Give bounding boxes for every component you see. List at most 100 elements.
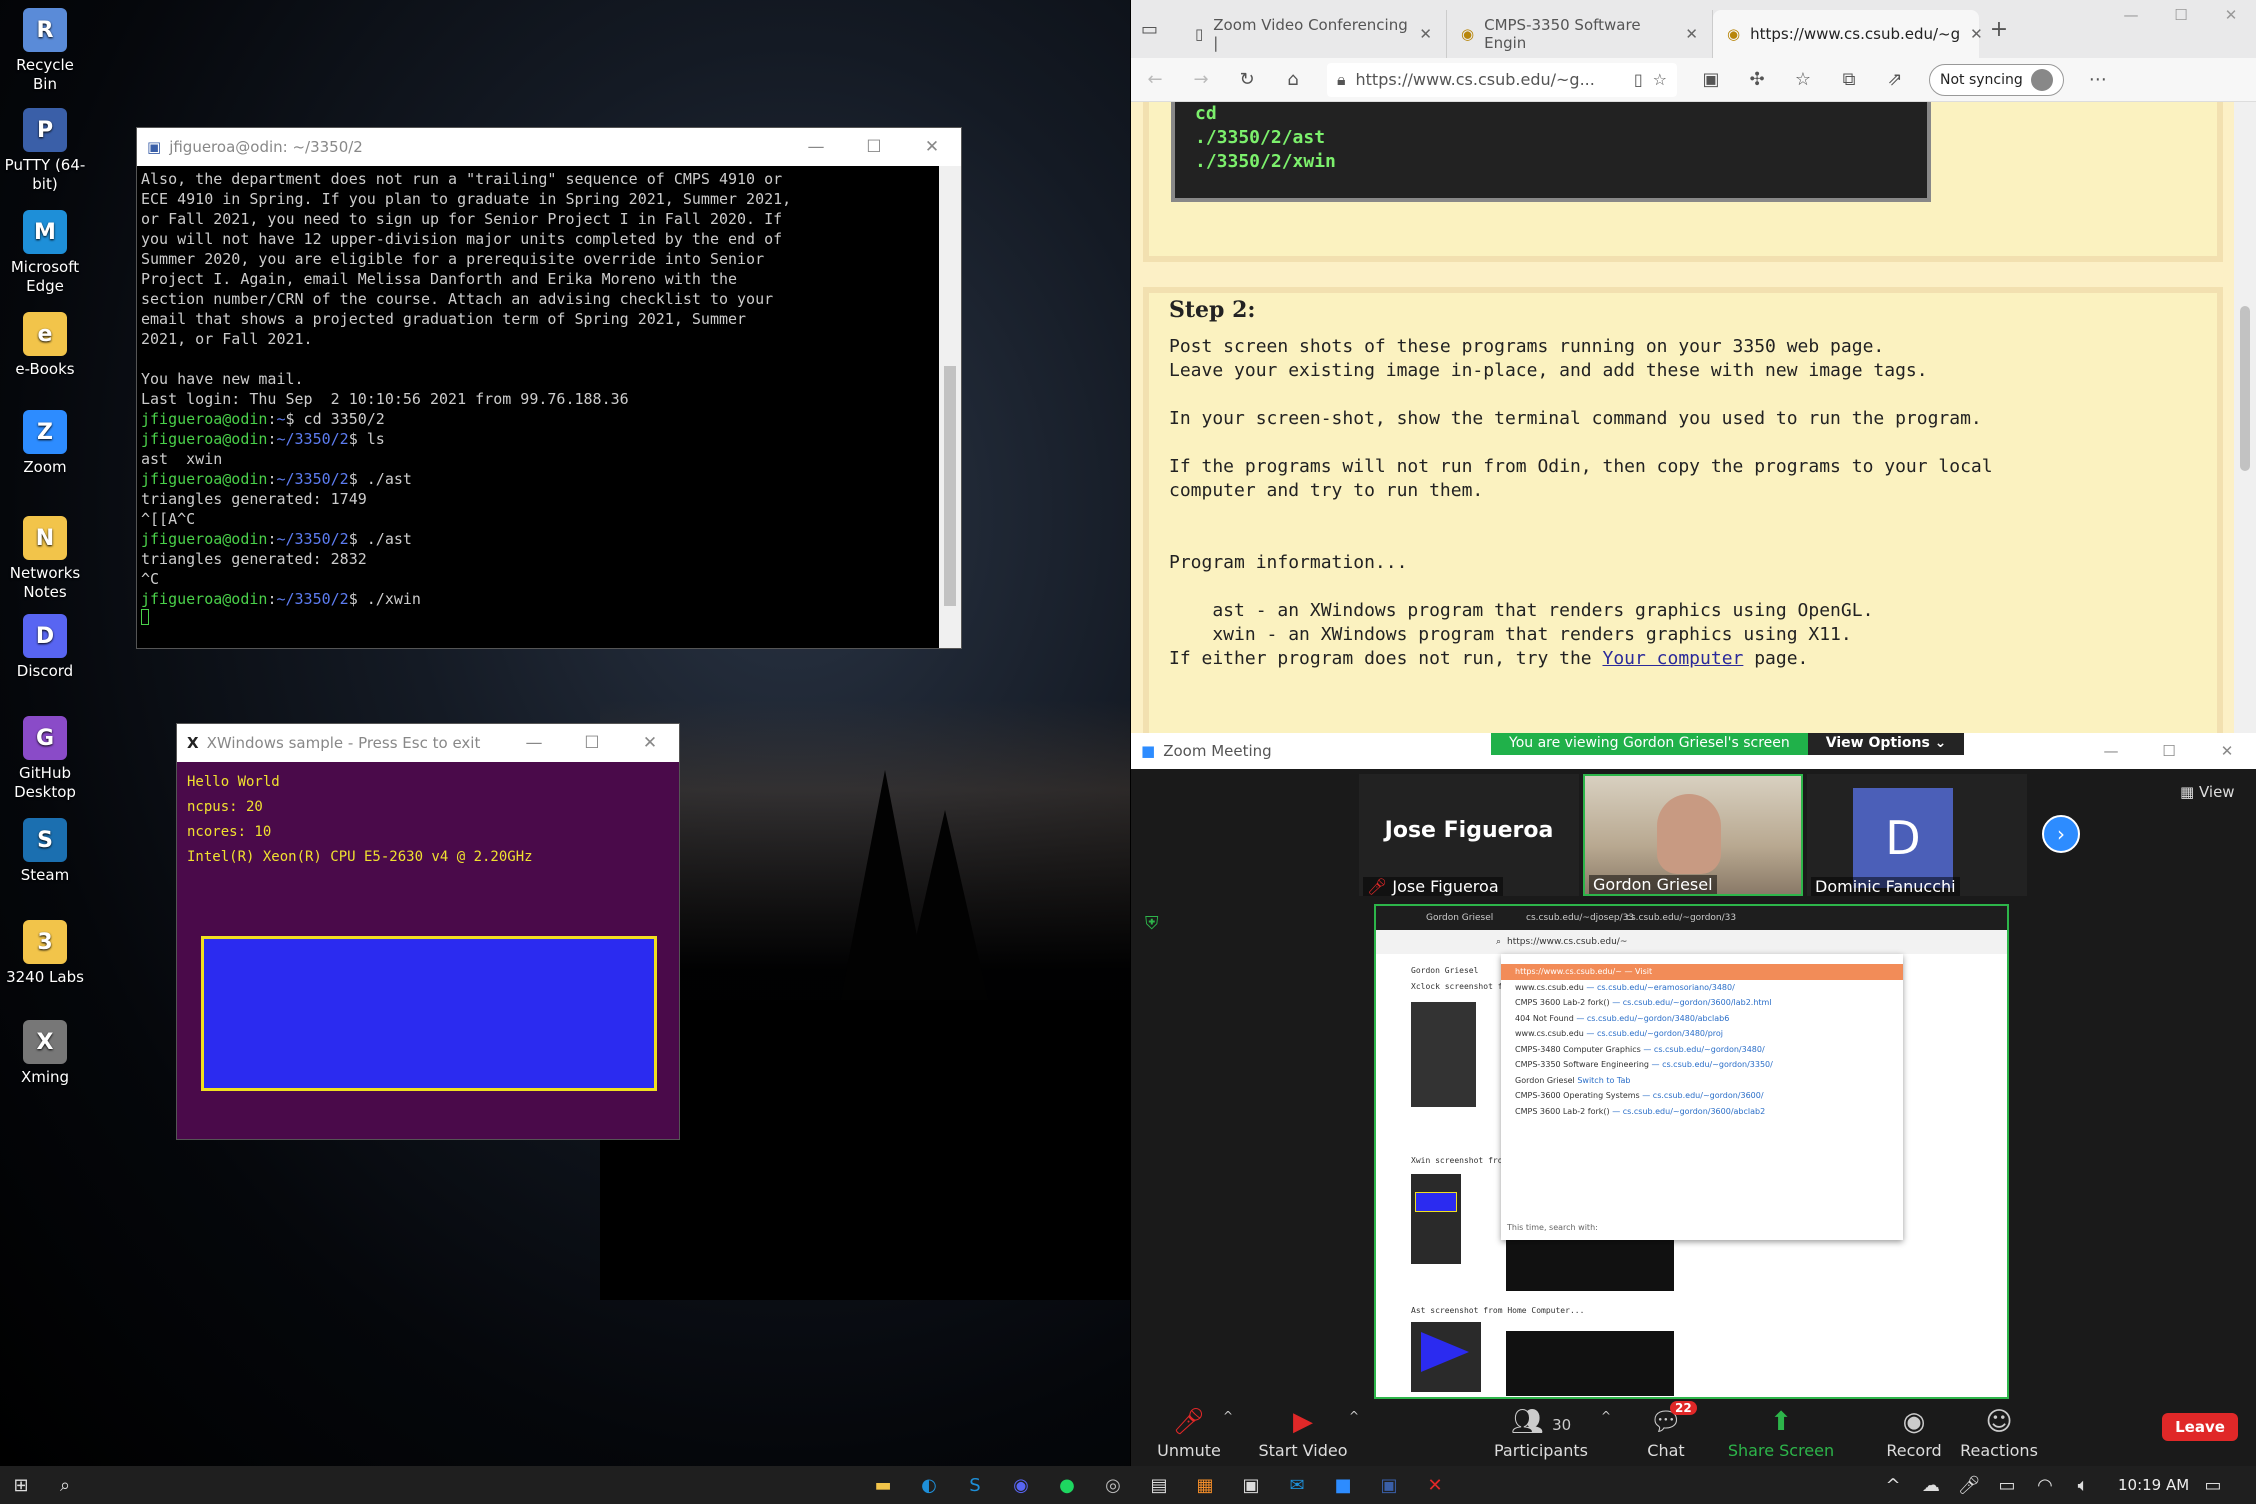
video-options-icon[interactable]: ^ (1349, 1409, 1359, 1423)
forward-icon[interactable]: → (1189, 69, 1213, 90)
puzzle-icon[interactable]: ✣ (1745, 69, 1769, 90)
more-icon[interactable]: ⋯ (2086, 69, 2110, 90)
next-page-icon[interactable]: › (2042, 815, 2080, 853)
suggestion-row[interactable]: www.cs.csub.edu — cs.csub.edu/~eramosori… (1501, 980, 1903, 996)
close-tab-icon[interactable]: ✕ (1419, 25, 1432, 43)
desktop-icon[interactable]: Z Zoom (4, 410, 86, 477)
participants-button[interactable]: 👥︎ 30 Participants (1486, 1407, 1596, 1460)
security-shield-icon[interactable]: ⛨ (1145, 913, 1159, 934)
new-tab-icon[interactable]: + (1979, 17, 2019, 42)
reactions-button[interactable]: ☺︎ Reactions (1949, 1407, 2049, 1460)
desktop-icon[interactable]: M Microsoft Edge (4, 210, 86, 296)
desktop-icon[interactable]: G GitHub Desktop (4, 716, 86, 802)
tab-actions-icon[interactable]: ▭ (1141, 19, 1181, 40)
share-icon[interactable]: ⇗ (1883, 69, 1907, 90)
favorites-icon[interactable]: ☆ (1791, 69, 1815, 90)
desktop-icon[interactable]: e e-Books (4, 312, 86, 379)
share-screen-button[interactable]: ⬆︎ Share Screen (1721, 1407, 1841, 1460)
sublime-icon[interactable]: ▦ (1192, 1472, 1218, 1498)
view-options-button[interactable]: View Options ⌄ (1807, 733, 1965, 755)
desktop-icon[interactable]: N Networks Notes (4, 516, 86, 602)
putty-titlebar[interactable]: ▣ jfigueroa@odin: ~/3350/2 — ☐ ✕ (137, 128, 961, 166)
battery-icon[interactable]: ▭ (1994, 1472, 2020, 1498)
url-suggestions-dropdown[interactable]: https://www.cs.csub.edu/~ — Visit www.cs.… (1501, 954, 1903, 1240)
view-button[interactable]: ▦ View (2180, 783, 2235, 801)
start-icon[interactable]: ⊞ (8, 1472, 34, 1498)
volume-icon[interactable]: 🔈︎ (2070, 1472, 2096, 1498)
reader-icon[interactable]: ▯ (1634, 70, 1643, 89)
wifi-icon[interactable]: ◠ (2032, 1472, 2058, 1498)
participant-tile-active[interactable]: Gordon Griesel (1583, 774, 1803, 896)
xwin-canvas[interactable]: Hello World ncpus: 20 ncores: 10 Intel(R) X… (177, 762, 679, 1139)
scroll-thumb[interactable] (2240, 306, 2250, 471)
desktop-icon[interactable]: R Recycle Bin (4, 8, 86, 94)
notifications-icon[interactable]: ▭ (2200, 1472, 2226, 1498)
edge-window[interactable]: ▭ ▯ Zoom Video Conferencing | ✕ ◉ CMPS-3350… (1131, 0, 2256, 733)
suggestion-row[interactable]: CMPS 3600 Lab-2 fork() — cs.csub.edu/~go… (1501, 995, 1903, 1011)
start-video-button[interactable]: ▶︎ Start Video (1253, 1407, 1353, 1460)
maximize-icon[interactable]: ☐ (563, 733, 621, 753)
onedrive-icon[interactable]: ☁ (1918, 1472, 1944, 1498)
tray-chevron-icon[interactable]: ^ (1880, 1472, 1906, 1498)
participants-options-icon[interactable]: ^ (1601, 1409, 1611, 1423)
zoom-window[interactable]: ■ Zoom Meeting You are viewing Gordon Gr… (1131, 733, 2256, 1466)
mail-icon[interactable]: ✉ (1284, 1472, 1310, 1498)
refresh-icon[interactable]: ↻ (1235, 69, 1259, 90)
zoom-icon[interactable]: ■ (1330, 1472, 1356, 1498)
favorite-icon[interactable]: ☆ (1653, 70, 1667, 89)
page-scrollbar[interactable] (2234, 102, 2256, 733)
search-icon[interactable]: ⌕ (52, 1472, 78, 1498)
suggestion-row[interactable]: CMPS-3350 Software Engineering — cs.csub… (1501, 1057, 1903, 1073)
desktop-icon[interactable]: 3 3240 Labs (4, 920, 86, 987)
minimize-icon[interactable]: — (2106, 6, 2156, 24)
tab-cs-csub[interactable]: ◉ https://www.cs.csub.edu/~g ✕ (1713, 10, 1983, 58)
unmute-button[interactable]: 🎤︎ Unmute (1149, 1407, 1229, 1460)
close-tab-icon[interactable]: ✕ (1685, 25, 1698, 43)
desktop-icon[interactable]: P PuTTY (64-bit) (4, 108, 86, 194)
skype-icon[interactable]: S (962, 1472, 988, 1498)
xwin-titlebar[interactable]: X XWindows sample - Press Esc to exit — … (177, 724, 679, 762)
close-icon[interactable]: ✕ (2206, 6, 2256, 24)
record-button[interactable]: ◉ Record (1879, 1407, 1949, 1460)
zoom-titlebar[interactable]: ■ Zoom Meeting You are viewing Gordon Gr… (1131, 733, 2256, 769)
desktop-icon[interactable]: D Discord (4, 614, 86, 681)
suggestion-row[interactable]: Gordon Griesel Switch to Tab (1501, 1073, 1903, 1089)
participant-tile[interactable]: D Dominic Fanucchi (1807, 774, 2027, 896)
home-icon[interactable]: ⌂ (1281, 69, 1305, 90)
putty-window[interactable]: ▣ jfigueroa@odin: ~/3350/2 — ☐ ✕ Also, t… (137, 128, 961, 648)
maximize-icon[interactable]: ☐ (845, 137, 903, 157)
audio-options-icon[interactable]: ^ (1223, 1409, 1233, 1423)
extension-icon[interactable]: ▣ (1699, 69, 1723, 90)
terminal-output[interactable]: Also, the department does not run a "tra… (137, 166, 939, 648)
desktop-icon[interactable]: S Steam (4, 818, 86, 885)
store-icon[interactable]: ▣ (1238, 1472, 1264, 1498)
participant-tile[interactable]: Jose Figueroa 🎤︎ Jose Figueroa (1359, 774, 1579, 896)
minimize-icon[interactable]: — (505, 733, 563, 753)
back-icon[interactable]: ← (1143, 69, 1167, 90)
leave-button[interactable]: Leave (2162, 1413, 2238, 1441)
putty-icon[interactable]: ▣ (1376, 1472, 1402, 1498)
profile-button[interactable]: Not syncing (1929, 63, 2064, 96)
maximize-icon[interactable]: ☐ (2140, 742, 2198, 760)
suggestion-row[interactable]: 404 Not Found — cs.csub.edu/~gordon/3480… (1501, 1011, 1903, 1027)
desktop-icon[interactable]: X Xming (4, 1020, 86, 1087)
discord-icon[interactable]: ◉ (1008, 1472, 1034, 1498)
suggestion-row[interactable]: CMPS-3480 Computer Graphics — cs.csub.ed… (1501, 1042, 1903, 1058)
xwin-window[interactable]: X XWindows sample - Press Esc to exit — … (177, 724, 679, 1139)
close-icon[interactable]: ✕ (903, 137, 961, 157)
minimize-icon[interactable]: — (787, 137, 845, 157)
microphone-icon[interactable]: 🎤︎ (1956, 1472, 1982, 1498)
shared-screen[interactable]: Gordon Griesel cs.csub.edu/~djosep/33 cs.c… (1374, 904, 2009, 1399)
terminal-scrollbar[interactable] (939, 166, 961, 648)
close-icon[interactable]: ✕ (2198, 742, 2256, 760)
clock[interactable]: 10:19 AM (2118, 1476, 2189, 1494)
tab-zoom[interactable]: ▯ Zoom Video Conferencing | ✕ (1181, 10, 1447, 58)
spotify-icon[interactable]: ● (1054, 1472, 1080, 1498)
maximize-icon[interactable]: ☐ (2156, 6, 2206, 24)
address-bar[interactable]: 🔒︎ https://www.cs.csub.edu/~g... ▯ ☆ (1327, 62, 1677, 97)
collections-icon[interactable]: ⧉ (1837, 69, 1861, 90)
suggestion-row[interactable]: https://www.cs.csub.edu/~ — Visit (1501, 964, 1903, 980)
minimize-icon[interactable]: — (2082, 742, 2140, 760)
edge-icon[interactable]: ◐ (916, 1472, 942, 1498)
scroll-thumb[interactable] (944, 366, 956, 606)
